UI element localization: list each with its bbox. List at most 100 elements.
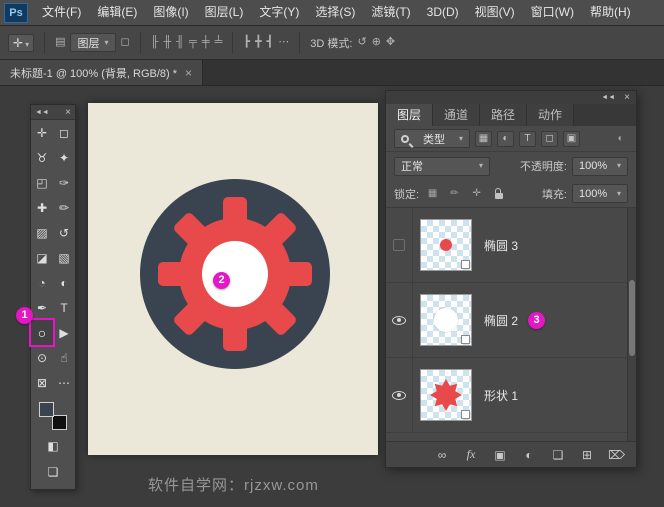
filter-toggle-icon[interactable]: ◖: [611, 131, 628, 147]
tool-pen[interactable]: ✒: [31, 295, 53, 320]
align-left-icon[interactable]: ╟: [151, 37, 159, 48]
menu-type[interactable]: 文字(Y): [251, 0, 307, 25]
color-swatches[interactable]: [38, 401, 68, 431]
tab-channels[interactable]: 通道: [433, 104, 481, 126]
distribute-right-icon[interactable]: ┫: [267, 37, 274, 48]
tool-healing-brush[interactable]: ✚: [31, 195, 53, 220]
blend-mode-dropdown[interactable]: 正常 ▾: [394, 156, 490, 176]
menu-view[interactable]: 视图(V): [467, 0, 523, 25]
visibility-toggle[interactable]: [386, 358, 413, 432]
align-bottom-icon[interactable]: ╧: [215, 37, 223, 48]
layer-thumbnail[interactable]: [420, 219, 472, 271]
opacity-field[interactable]: 100% ▾: [572, 156, 628, 176]
tool-brush[interactable]: ✏: [53, 195, 75, 220]
menu-image[interactable]: 图像(I): [145, 0, 196, 25]
layer-style-icon[interactable]: fx: [463, 447, 479, 462]
fill-field[interactable]: 100% ▾: [572, 184, 628, 203]
menu-help[interactable]: 帮助(H): [582, 0, 639, 25]
close-panel-icon[interactable]: ×: [65, 107, 71, 118]
align-center-icon[interactable]: ╫: [163, 37, 171, 48]
layers-scrollbar[interactable]: [627, 208, 636, 441]
lock-transparent-pixels-icon[interactable]: ▦: [424, 186, 441, 202]
auto-select-icon[interactable]: ▤: [55, 37, 65, 48]
layer-row-ellipse-2[interactable]: 椭圆 2 3: [386, 283, 636, 358]
scrollbar-thumb[interactable]: [629, 280, 635, 356]
more-options-icon[interactable]: ⋯: [278, 37, 289, 48]
filter-pixel-layers-icon[interactable]: ▦: [475, 130, 492, 147]
distribute-center-icon[interactable]: ╋: [255, 37, 262, 48]
tools-grid: ✛ ◻ ♉ ✦ ◰ ✑ ✚ ✏ ▨ ↺ ◪ ▧ ◔ ◐ ✒ T 1 ○ ▶ ⊙ …: [16, 120, 75, 395]
auto-select-target-dropdown[interactable]: 图层 ▾: [70, 33, 116, 52]
tab-paths[interactable]: 路径: [480, 104, 528, 126]
filter-smart-objects-icon[interactable]: ▣: [563, 130, 580, 147]
distribute-left-icon[interactable]: ┣: [243, 37, 250, 48]
tool-quick-selection[interactable]: ✦: [53, 145, 75, 170]
tool-preset-button[interactable]: ✛ ▾: [8, 33, 35, 52]
link-layers-icon[interactable]: ∞: [434, 448, 450, 462]
tool-eraser[interactable]: ◪: [31, 245, 53, 270]
tool-gradient[interactable]: ▧: [53, 245, 75, 270]
lock-all-icon[interactable]: [490, 186, 507, 202]
filter-adjustment-layers-icon[interactable]: ◐: [497, 130, 514, 147]
filter-type-dropdown[interactable]: 类型 ▾: [394, 129, 470, 148]
3d-rotate-icon[interactable]: ↺: [357, 37, 366, 48]
screen-mode-button[interactable]: ❏: [42, 459, 64, 484]
menu-3d[interactable]: 3D(D): [419, 0, 467, 25]
3d-pan-icon[interactable]: ✥: [386, 37, 395, 48]
layer-thumbnail[interactable]: [420, 369, 472, 421]
layer-thumbnail[interactable]: [420, 294, 472, 346]
3d-roll-icon[interactable]: ⊕: [372, 37, 381, 48]
filter-shape-layers-icon[interactable]: ◻: [541, 130, 558, 147]
tool-type[interactable]: T: [53, 295, 75, 320]
tool-blur[interactable]: ◔: [31, 270, 53, 295]
new-layer-icon[interactable]: ⊞: [579, 448, 595, 462]
menu-layer[interactable]: 图层(L): [197, 0, 252, 25]
foreground-color-swatch[interactable]: [39, 402, 54, 417]
add-layer-mask-icon[interactable]: ▣: [492, 448, 508, 462]
menu-edit[interactable]: 编辑(E): [89, 0, 145, 25]
default-colors-button[interactable]: ⊠: [31, 370, 53, 395]
tool-clone-stamp[interactable]: ▨: [31, 220, 53, 245]
layer-row-ellipse-3[interactable]: 椭圆 3: [386, 208, 636, 283]
collapse-panel-icon[interactable]: ◄◄: [601, 94, 615, 101]
layer-row-shape-1[interactable]: 形状 1: [386, 358, 636, 433]
edit-toolbar-button[interactable]: ⋯: [53, 370, 75, 395]
visibility-toggle[interactable]: [386, 208, 413, 282]
menu-window[interactable]: 窗口(W): [523, 0, 582, 25]
lock-position-icon[interactable]: ✛: [468, 186, 485, 202]
tool-hand[interactable]: ☝: [53, 345, 75, 370]
canvas[interactable]: 2: [88, 103, 378, 455]
lock-image-pixels-icon[interactable]: ✏: [446, 186, 463, 202]
new-group-icon[interactable]: ❏: [550, 448, 566, 462]
tool-zoom[interactable]: ⊙: [31, 345, 53, 370]
align-middle-icon[interactable]: ╪: [202, 37, 210, 48]
document-tab[interactable]: 未标题-1 @ 100% (背景, RGB/8) * ×: [0, 60, 204, 85]
filter-type-layers-icon[interactable]: T: [519, 130, 536, 147]
align-right-icon[interactable]: ╢: [176, 37, 184, 48]
adjustment-layer-icon[interactable]: ◐: [521, 448, 537, 462]
tool-rectangular-marquee[interactable]: ◻: [53, 120, 75, 145]
tool-history-brush[interactable]: ↺: [53, 220, 75, 245]
show-transform-controls-icon[interactable]: ◻: [121, 37, 130, 48]
quick-mask-button[interactable]: ◧: [42, 433, 64, 458]
tool-move[interactable]: ✛: [31, 120, 53, 145]
menu-file[interactable]: 文件(F): [34, 0, 89, 25]
background-color-swatch[interactable]: [52, 415, 67, 430]
tool-crop[interactable]: ◰: [31, 170, 53, 195]
menu-filter[interactable]: 滤镜(T): [363, 0, 418, 25]
tool-path-selection[interactable]: ▶: [53, 320, 75, 345]
visibility-toggle[interactable]: [386, 283, 413, 357]
delete-layer-icon[interactable]: ⌦: [608, 448, 625, 462]
collapse-panel-icon[interactable]: ◄◄: [35, 109, 49, 116]
menu-select[interactable]: 选择(S): [307, 0, 363, 25]
tab-actions[interactable]: 动作: [527, 104, 575, 126]
tab-layers[interactable]: 图层: [386, 104, 434, 126]
tool-eyedropper[interactable]: ✑: [53, 170, 75, 195]
close-panel-icon[interactable]: ×: [624, 92, 630, 103]
tool-ellipse[interactable]: 1 ○: [16, 307, 53, 345]
close-tab-icon[interactable]: ×: [185, 66, 192, 80]
tool-dodge[interactable]: ◐: [53, 270, 75, 295]
tool-lasso[interactable]: ♉: [31, 145, 53, 170]
align-top-icon[interactable]: ╤: [189, 37, 197, 48]
caret-down-icon: ▾: [478, 161, 483, 170]
